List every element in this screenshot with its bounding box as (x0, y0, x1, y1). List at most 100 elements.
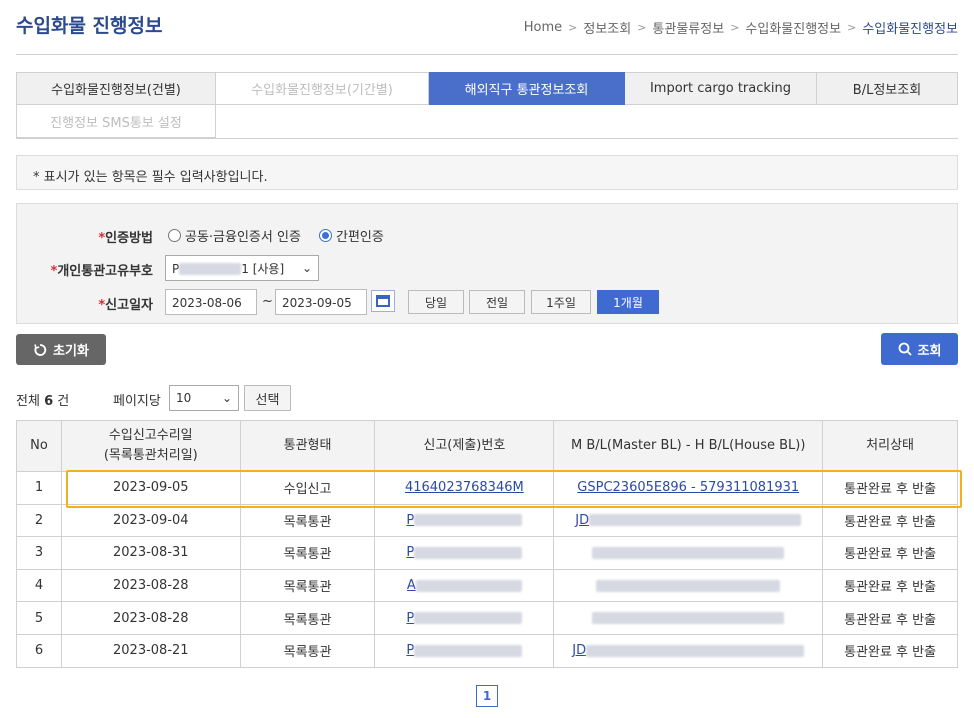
col-header-bl: M B/L(Master BL) - H B/L(House BL)) (553, 420, 824, 472)
row-status: 통관완료 후 반출 (822, 536, 958, 570)
breadcrumb-item[interactable]: 수입화물진행정보 (745, 18, 841, 37)
row-date: 2023-08-21 (60, 633, 241, 668)
auth-certificate-radio[interactable]: 공동·금융인증서 인증 (168, 226, 301, 245)
per-page-select[interactable]: 10 ⌄ (169, 385, 239, 411)
declaration-number-link[interactable]: P (374, 601, 555, 635)
col-header-status: 처리상태 (822, 420, 958, 472)
table-row: 3 2023-08-31 목록통관 P 통관완료 후 반출 (16, 536, 958, 570)
col-header-customs-type: 통관형태 (239, 420, 376, 472)
pcc-suffix: 1 [사용] (241, 261, 285, 276)
table-row: 6 2023-08-21 목록통관 P JD 통관완료 후 반출 (16, 633, 958, 668)
tab-bl-info[interactable]: B/L정보조회 (817, 72, 958, 105)
row-date: 2023-09-04 (60, 503, 241, 538)
results-table: No 수입신고수리일 (목록통관처리일) 통관형태 신고(제출)번호 M B/L(… (16, 420, 958, 668)
pcc-select[interactable]: P 1 [사용] ⌄ (165, 255, 319, 281)
bl-number-cell[interactable] (553, 601, 824, 635)
period-week-button[interactable]: 1주일 (531, 290, 591, 314)
search-icon (898, 342, 912, 356)
declaration-number-link[interactable]: P (374, 503, 555, 538)
period-yesterday-button[interactable]: 전일 (469, 290, 525, 314)
auth-simple-radio[interactable]: 간편인증 (319, 226, 384, 245)
breadcrumb-home[interactable]: Home (524, 20, 562, 35)
breadcrumb: Home > 정보조회 > 통관물류정보 > 수입화물진행정보 > 수입화물진행… (524, 18, 958, 37)
tab-import-cargo-by-item[interactable]: 수입화물진행정보(건별) (16, 72, 216, 105)
row-no: 3 (16, 536, 62, 570)
title-divider (16, 54, 958, 55)
refresh-icon (34, 343, 47, 356)
tab-import-cargo-by-period[interactable]: 수입화물진행정보(기간별) (216, 72, 429, 105)
redacted-blur (596, 579, 781, 592)
chevron-down-icon: ⌄ (221, 391, 232, 405)
tab-bar: 수입화물진행정보(건별) 수입화물진행정보(기간별) 해외직구 통관정보조회 I… (16, 72, 958, 139)
search-form: *인증방법 공동·금융인증서 인증 간편인증 *개인통관고유부호 P 1 [사용]… (16, 203, 958, 324)
total-count: 전체 6 건 (16, 394, 70, 409)
row-status: 통관완료 후 반출 (822, 471, 958, 505)
bl-number-link[interactable]: GSPC23605E896 - 579311081931 (553, 471, 824, 505)
radio-unchecked-icon (168, 229, 181, 242)
date-from-input[interactable]: 2023-08-06 (165, 289, 257, 315)
col-header-declaration-no: 신고(제출)번호 (374, 420, 555, 472)
row-status: 통관완료 후 반출 (822, 633, 958, 668)
redacted-blur (414, 644, 523, 657)
redacted-blur (592, 612, 785, 625)
tab-sms-notification[interactable]: 진행정보 SMS통보 설정 (16, 105, 216, 138)
col-header-no: No (16, 420, 62, 472)
row-type: 목록통관 (239, 633, 376, 668)
tab-import-cargo-tracking[interactable]: Import cargo tracking (625, 72, 817, 105)
redacted-blur (589, 514, 802, 527)
row-status: 통관완료 후 반출 (822, 503, 958, 538)
chevron-right-icon: > (637, 21, 647, 34)
row-no: 5 (16, 601, 62, 635)
calendar-icon[interactable] (371, 290, 395, 312)
pcc-label: *개인통관고유부호 (50, 264, 154, 279)
breadcrumb-current: 수입화물진행정보 (862, 22, 958, 37)
date-range-separator: ~ (262, 294, 273, 309)
declaration-number-link[interactable]: 4164023768346M (374, 471, 555, 505)
redacted-blur (414, 546, 523, 559)
row-no: 2 (16, 503, 62, 538)
radio-checked-icon (319, 229, 332, 242)
row-type: 목록통관 (239, 503, 376, 538)
col-header-accept-date: 수입신고수리일 (목록통관처리일) (60, 420, 241, 472)
declaration-number-link[interactable]: P (374, 633, 555, 668)
table-row: 4 2023-08-28 목록통관 A 통관완료 후 반출 (16, 568, 958, 603)
row-date: 2023-08-28 (60, 601, 241, 635)
row-type: 목록통관 (239, 568, 376, 603)
search-button[interactable]: 조회 (881, 333, 958, 365)
date-to-input[interactable]: 2023-09-05 (275, 289, 367, 315)
row-status: 통관완료 후 반출 (822, 601, 958, 635)
table-row: 1 2023-09-05 수입신고 4164023768346M GSPC236… (16, 471, 958, 505)
row-date: 2023-08-31 (60, 536, 241, 570)
per-page-label: 페이지당 (113, 394, 161, 409)
pcc-prefix: P (172, 261, 180, 276)
auth-method-label: *인증방법 (98, 231, 153, 246)
row-no: 4 (16, 568, 62, 603)
redacted-blur (414, 612, 523, 625)
breadcrumb-item[interactable]: 정보조회 (583, 18, 631, 37)
row-date: 2023-08-28 (60, 568, 241, 603)
breadcrumb-item[interactable]: 통관물류정보 (652, 18, 724, 37)
page-number-button[interactable]: 1 (476, 685, 498, 707)
chevron-right-icon: > (847, 21, 857, 34)
row-no: 6 (16, 633, 62, 668)
redacted-blur (415, 579, 522, 592)
redacted-blur (179, 263, 242, 275)
bl-number-cell[interactable] (553, 568, 824, 603)
redacted-blur (592, 546, 785, 559)
tab-overseas-direct-purchase[interactable]: 해외직구 통관정보조회 (429, 72, 625, 105)
declaration-date-label: *신고일자 (98, 298, 153, 313)
select-button[interactable]: 선택 (244, 385, 291, 411)
row-type: 수입신고 (239, 471, 376, 505)
bl-number-cell[interactable] (553, 536, 824, 570)
declaration-number-link[interactable]: A (374, 568, 555, 603)
reset-button[interactable]: 초기화 (16, 334, 106, 365)
declaration-number-link[interactable]: P (374, 536, 555, 570)
period-today-button[interactable]: 당일 (408, 290, 464, 314)
bl-number-link[interactable]: JD (553, 503, 824, 538)
chevron-right-icon: > (730, 21, 740, 34)
chevron-right-icon: > (568, 21, 578, 34)
period-month-button[interactable]: 1개월 (597, 290, 659, 314)
bl-number-link[interactable]: JD (553, 633, 824, 668)
table-row: 5 2023-08-28 목록통관 P 통관완료 후 반출 (16, 601, 958, 635)
row-date: 2023-09-05 (60, 471, 241, 505)
